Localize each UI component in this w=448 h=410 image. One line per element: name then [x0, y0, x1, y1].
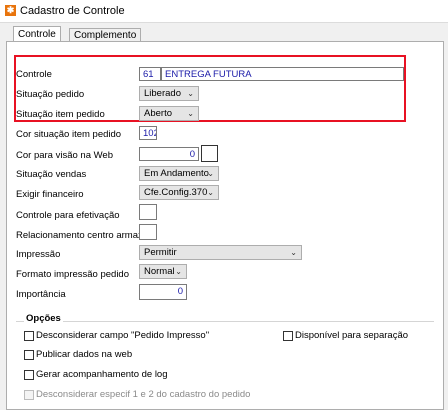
cor-web-field[interactable]: 0	[139, 147, 199, 161]
options-title: Opções	[24, 313, 63, 324]
desconsiderar-pedido-impresso-checkbox[interactable]	[24, 331, 34, 341]
publicar-web-label: Publicar dados na web	[36, 349, 133, 360]
chevron-down-icon: ⌄	[290, 248, 297, 257]
disponivel-separacao-label: Disponível para separação	[295, 330, 409, 341]
gerar-log-checkbox[interactable]	[24, 370, 34, 380]
gerar-log-label: Gerar acompanhamento de log	[36, 369, 168, 380]
exigir-financeiro-label: Exigir financeiro	[16, 189, 84, 200]
tab-bar: Controle Complemento	[0, 22, 448, 43]
chevron-down-icon: ⌄	[207, 188, 214, 197]
impressao-value: Permitir	[144, 247, 177, 258]
controle-name-field[interactable]: ENTREGA FUTURA	[161, 67, 404, 81]
color-swatch[interactable]	[201, 145, 218, 162]
cor-situacao-label: Cor situação item pedido	[16, 129, 122, 140]
importancia-field[interactable]: 0	[139, 284, 187, 300]
exigir-financeiro-value: Cfe.Config.370	[144, 187, 208, 198]
situacao-item-pedido-select[interactable]: Aberto ⌄	[139, 106, 199, 121]
impressao-select[interactable]: Permitir ⌄	[139, 245, 302, 260]
cor-situacao-field[interactable]: 102	[139, 126, 157, 140]
title-bar: ✱ Cadastro de Controle	[0, 0, 448, 23]
chevron-down-icon: ⌄	[187, 89, 194, 98]
chevron-down-icon: ⌄	[187, 109, 194, 118]
desconsiderar-especif-checkbox[interactable]	[24, 390, 34, 400]
controle-efetivacao-label: Controle para efetivação	[16, 210, 120, 221]
impressao-label: Impressão	[16, 249, 61, 260]
situacao-pedido-value: Liberado	[144, 88, 181, 99]
chevron-down-icon: ⌄	[207, 169, 214, 178]
situacao-vendas-label: Situação vendas	[16, 169, 87, 180]
controle-efetivacao-field[interactable]	[139, 204, 157, 220]
publicar-web-checkbox[interactable]	[24, 350, 34, 360]
disponivel-separacao-checkbox[interactable]	[283, 331, 293, 341]
controle-code-field[interactable]: 61	[139, 67, 161, 81]
exigir-financeiro-select[interactable]: Cfe.Config.370 ⌄	[139, 185, 219, 200]
formato-impressao-value: Normal	[144, 266, 175, 277]
situacao-item-pedido-label: Situação item pedido	[16, 109, 105, 120]
situacao-vendas-value: Em Andamento	[144, 168, 209, 179]
desconsiderar-especif-label: Desconsiderar especif 1 e 2 do cadastro …	[36, 389, 251, 400]
situacao-pedido-select[interactable]: Liberado ⌄	[139, 86, 199, 101]
controle-label: Controle	[16, 69, 52, 80]
formato-impressao-select[interactable]: Normal ⌄	[139, 264, 187, 279]
situacao-vendas-select[interactable]: Em Andamento ⌄	[139, 166, 219, 181]
relacionamento-label: Relacionamento centro armaz.	[16, 230, 146, 241]
formato-impressao-label: Formato impressão pedido	[16, 269, 129, 280]
situacao-item-pedido-value: Aberto	[144, 108, 172, 119]
desconsiderar-pedido-impresso-label: Desconsiderar campo "Pedido Impresso"	[36, 330, 210, 341]
chevron-down-icon: ⌄	[175, 267, 182, 276]
relacionamento-field[interactable]	[139, 224, 157, 240]
window-title: Cadastro de Controle	[20, 5, 125, 17]
situacao-pedido-label: Situação pedido	[16, 89, 85, 100]
importancia-label: Importância	[16, 289, 66, 300]
app-logo-icon: ✱	[5, 5, 16, 16]
cor-web-label: Cor para visão na Web	[16, 150, 113, 161]
